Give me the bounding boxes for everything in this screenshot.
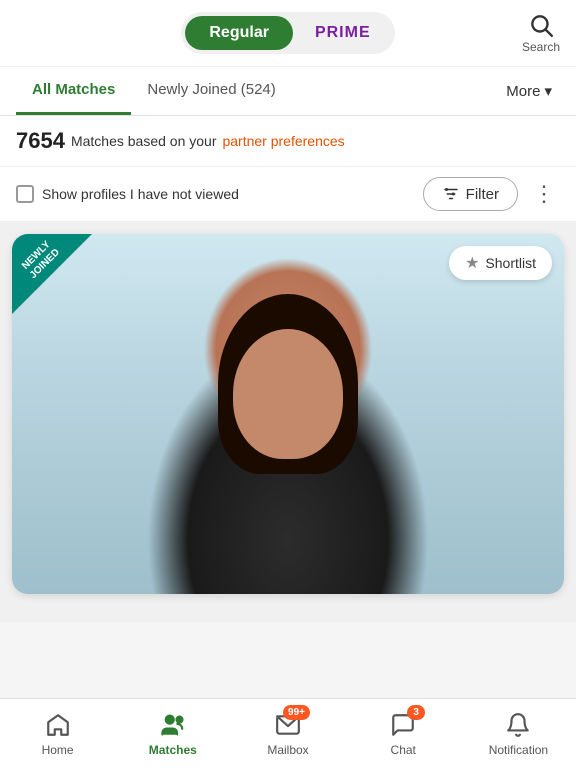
regular-plan-button[interactable]: Regular bbox=[185, 16, 293, 50]
tab-all-matches[interactable]: All Matches bbox=[16, 67, 131, 115]
filter-button[interactable]: Filter bbox=[423, 177, 518, 211]
nav-item-mailbox[interactable]: 99+ Mailbox bbox=[230, 699, 345, 768]
mailbox-badge: 99+ bbox=[283, 705, 310, 720]
chevron-down-icon: ▾ bbox=[544, 82, 552, 100]
search-label: Search bbox=[522, 40, 560, 54]
more-options-button[interactable]: ⋮ bbox=[528, 178, 560, 210]
matches-label: Matches bbox=[149, 743, 197, 757]
filter-icon bbox=[442, 185, 460, 203]
matches-count: 7654 bbox=[16, 128, 65, 154]
tab-newly-joined[interactable]: Newly Joined (524) bbox=[131, 67, 291, 115]
mailbox-icon: 99+ bbox=[274, 711, 302, 739]
nav-item-chat[interactable]: 3 Chat bbox=[346, 699, 461, 768]
search-icon bbox=[528, 12, 554, 38]
home-icon bbox=[44, 711, 72, 739]
matches-icon bbox=[159, 711, 187, 739]
star-icon: ★ bbox=[465, 253, 479, 273]
profile-image[interactable]: NEWLY JOINED ★ Shortlist bbox=[12, 234, 564, 594]
home-label: Home bbox=[42, 743, 74, 757]
chat-badge: 3 bbox=[407, 705, 425, 720]
profile-card: NEWLY JOINED ★ Shortlist bbox=[12, 234, 564, 594]
matches-info-bar: 7654 Matches based on your partner prefe… bbox=[0, 116, 576, 167]
notification-icon bbox=[504, 711, 532, 739]
more-label: More bbox=[506, 83, 540, 100]
not-viewed-label: Show profiles I have not viewed bbox=[42, 186, 239, 202]
not-viewed-checkbox[interactable] bbox=[16, 185, 34, 203]
chat-label: Chat bbox=[391, 743, 416, 757]
prime-plan-button[interactable]: PRIME bbox=[295, 16, 391, 50]
tab-more[interactable]: More ▾ bbox=[498, 68, 560, 114]
matches-text: Matches based on your bbox=[71, 133, 217, 149]
tabs-bar: All Matches Newly Joined (524) More ▾ bbox=[0, 67, 576, 116]
chat-icon: 3 bbox=[389, 711, 417, 739]
filter-bar: Show profiles I have not viewed Filter ⋮ bbox=[0, 167, 576, 222]
bottom-nav: Home Matches 99+ Mailbox bbox=[0, 698, 576, 768]
nav-item-matches[interactable]: Matches bbox=[115, 699, 230, 768]
shortlist-label: Shortlist bbox=[485, 255, 536, 271]
search-button[interactable]: Search bbox=[522, 12, 560, 54]
app-header: Regular PRIME Search bbox=[0, 0, 576, 67]
notification-label: Notification bbox=[489, 743, 548, 757]
newly-joined-text: NEWLY JOINED bbox=[15, 234, 67, 286]
nav-item-notification[interactable]: Notification bbox=[461, 699, 576, 768]
person-photo bbox=[12, 234, 564, 594]
cards-area: NEWLY JOINED ★ Shortlist bbox=[0, 222, 576, 622]
not-viewed-checkbox-label[interactable]: Show profiles I have not viewed bbox=[16, 185, 239, 203]
nav-item-home[interactable]: Home bbox=[0, 699, 115, 768]
newly-joined-badge: NEWLY JOINED bbox=[12, 234, 92, 314]
shortlist-button[interactable]: ★ Shortlist bbox=[449, 246, 552, 280]
filter-label: Filter bbox=[466, 186, 499, 203]
plan-toggle: Regular PRIME bbox=[181, 12, 394, 54]
filter-controls: Filter ⋮ bbox=[423, 177, 560, 211]
partner-preferences-link[interactable]: partner preferences bbox=[222, 133, 344, 149]
mailbox-label: Mailbox bbox=[267, 743, 308, 757]
